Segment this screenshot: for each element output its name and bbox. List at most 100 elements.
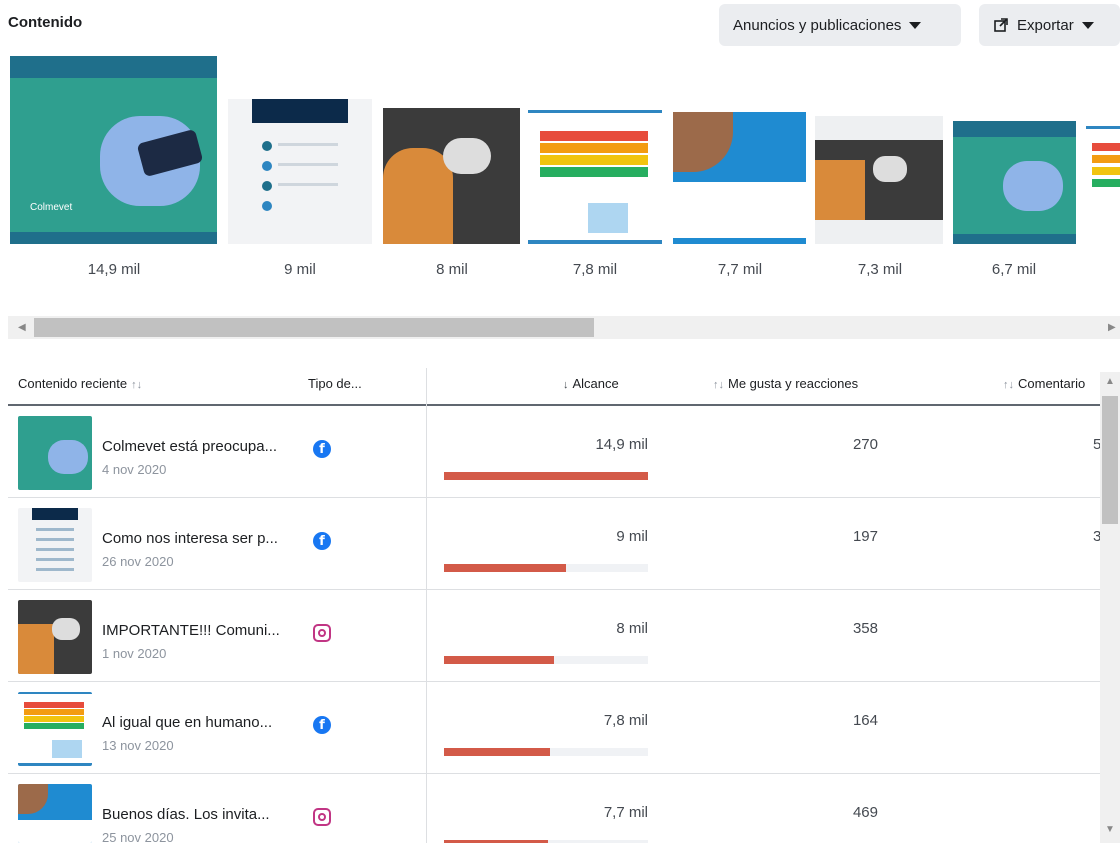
cat-graphic <box>383 148 453 244</box>
column-header-reach[interactable]: ↓ Alcance <box>563 376 619 391</box>
chevron-down-icon <box>1081 21 1094 29</box>
export-button[interactable]: Exportar <box>979 4 1120 46</box>
text-lines-graphic <box>278 143 338 203</box>
speakers-panel-graphic <box>673 182 806 238</box>
post-thumbnail[interactable] <box>673 112 806 244</box>
post-title[interactable]: Buenos días. Los invita... <box>102 806 270 823</box>
table-row[interactable]: IMPORTANTE!!! Comuni... 1 nov 2020 8 mil… <box>8 590 1100 682</box>
facebook-icon: f <box>313 716 331 734</box>
column-header-content[interactable]: Contenido reciente ↑↓ <box>18 376 142 391</box>
column-header-type[interactable]: Tipo de... <box>308 376 362 391</box>
color-band-graphic <box>540 131 648 141</box>
horse-graphic <box>673 112 733 172</box>
thumbnail-banner <box>252 99 348 123</box>
horizontal-scrollbar[interactable]: ◀ ▶ <box>8 316 1120 339</box>
sort-icon: ↑↓ <box>1003 379 1014 391</box>
likes-value: 164 <box>852 712 878 729</box>
post-title[interactable]: Al igual que en humano... <box>102 714 272 731</box>
post-date: 13 nov 2020 <box>102 738 174 753</box>
bullet-graphic <box>262 181 272 191</box>
content-filter-dropdown[interactable]: Anuncios y publicaciones <box>719 4 961 46</box>
color-band-graphic <box>24 723 84 729</box>
reach-bar-fill <box>444 748 551 756</box>
scroll-left-icon[interactable]: ◀ <box>18 322 26 333</box>
thumbnail-banner <box>10 56 217 78</box>
post-date: 1 nov 2020 <box>102 646 167 661</box>
color-band-graphic <box>540 143 648 153</box>
reach-bar-fill <box>444 564 567 572</box>
reach-bar <box>444 656 648 664</box>
post-thumbnail[interactable] <box>228 99 372 244</box>
column-header-label: Comentario <box>1018 376 1086 391</box>
thumbnail-reach: 7,3 mil <box>857 261 903 278</box>
post-title[interactable]: IMPORTANTE!!! Comuni... <box>102 622 280 639</box>
post-thumbnail[interactable] <box>528 110 662 244</box>
post-thumbnail[interactable] <box>1086 126 1120 244</box>
facebook-icon: f <box>313 440 331 458</box>
thumbnail-banner <box>32 508 78 520</box>
thumbnail-footer <box>953 234 1076 244</box>
reach-value: 8 mil <box>616 620 648 637</box>
post-thumbnail[interactable] <box>383 108 520 244</box>
cat-graphic <box>815 160 865 220</box>
likes-value: 469 <box>852 804 878 821</box>
vertical-scroll-thumb[interactable] <box>1102 396 1118 524</box>
column-header-label: Me gusta y reacciones <box>728 376 859 391</box>
row-thumbnail <box>18 508 92 582</box>
scroll-down-icon[interactable]: ▼ <box>1105 824 1115 835</box>
column-header-label: Alcance <box>572 376 619 391</box>
bullet-graphic <box>262 141 272 151</box>
illustration-graphic <box>588 203 628 233</box>
post-date: 25 nov 2020 <box>102 830 174 843</box>
thumbnail-reach: 14,9 mil <box>87 261 141 278</box>
gloved-hands-graphic <box>1003 161 1063 211</box>
gloved-hands-graphic <box>48 440 88 474</box>
row-thumbnail <box>18 692 92 766</box>
column-header-likes[interactable]: ↑↓ Me gusta y reacciones <box>713 376 858 391</box>
table-row[interactable]: Como nos interesa ser p... 26 nov 2020 f… <box>8 498 1101 590</box>
table-row[interactable]: Buenos días. Los invita... 25 nov 2020 7… <box>8 774 1100 843</box>
row-thumbnail <box>18 784 92 843</box>
color-band-graphic <box>24 702 84 708</box>
speakers-panel-graphic <box>18 820 92 843</box>
content-filter-label: Anuncios y publicaciones <box>733 16 902 34</box>
thumbnail-banner <box>953 121 1076 137</box>
bullet-graphic <box>262 161 272 171</box>
post-thumbnail[interactable]: Colmevet <box>10 56 217 244</box>
sort-icon: ↑↓ <box>131 379 143 391</box>
color-band-graphic <box>540 155 648 165</box>
bullet-graphic <box>262 201 272 211</box>
row-thumbnail <box>18 600 92 674</box>
reach-bar <box>444 564 648 572</box>
reach-value: 7,8 mil <box>603 712 648 729</box>
face-mask-graphic <box>443 138 491 174</box>
post-date: 4 nov 2020 <box>102 462 167 477</box>
cat-graphic <box>18 624 54 674</box>
column-header-label: Tipo de... <box>308 376 362 391</box>
post-title[interactable]: Colmevet está preocupa... <box>102 438 277 455</box>
page-title: Contenido <box>8 14 83 31</box>
post-thumbnail[interactable] <box>815 116 943 244</box>
thumbnail-reach: 8 mil <box>436 261 468 278</box>
horizontal-scroll-thumb[interactable] <box>34 318 594 337</box>
table-row[interactable]: Colmevet está preocupa... 4 nov 2020 f 1… <box>8 406 1101 498</box>
vertical-scrollbar[interactable]: ▲ ▼ <box>1100 372 1120 843</box>
reach-bar-fill <box>444 656 555 664</box>
post-title[interactable]: Como nos interesa ser p... <box>102 530 278 547</box>
reach-value: 14,9 mil <box>595 436 648 453</box>
post-thumbnail[interactable] <box>953 121 1076 244</box>
column-header-comments[interactable]: ↑↓ Comentario <box>1003 376 1085 391</box>
column-header-label: Contenido reciente <box>18 376 128 391</box>
recent-content-table: Contenido reciente ↑↓ Tipo de... ↓ Alcance… <box>8 362 1120 843</box>
illustration-graphic <box>52 740 82 758</box>
scroll-right-icon[interactable]: ▶ <box>1108 322 1116 333</box>
chevron-down-icon <box>909 21 922 29</box>
reach-bar <box>444 472 648 480</box>
thumbnail-reach: 7,7 mil <box>717 261 763 278</box>
export-label: Exportar <box>1017 16 1074 34</box>
scroll-up-icon[interactable]: ▲ <box>1105 376 1115 387</box>
sort-icon: ↑↓ <box>713 379 724 391</box>
reach-bar <box>444 748 648 756</box>
table-row[interactable]: Al igual que en humano... 13 nov 2020 f … <box>8 682 1100 774</box>
colmevet-logo: Colmevet <box>30 202 73 213</box>
